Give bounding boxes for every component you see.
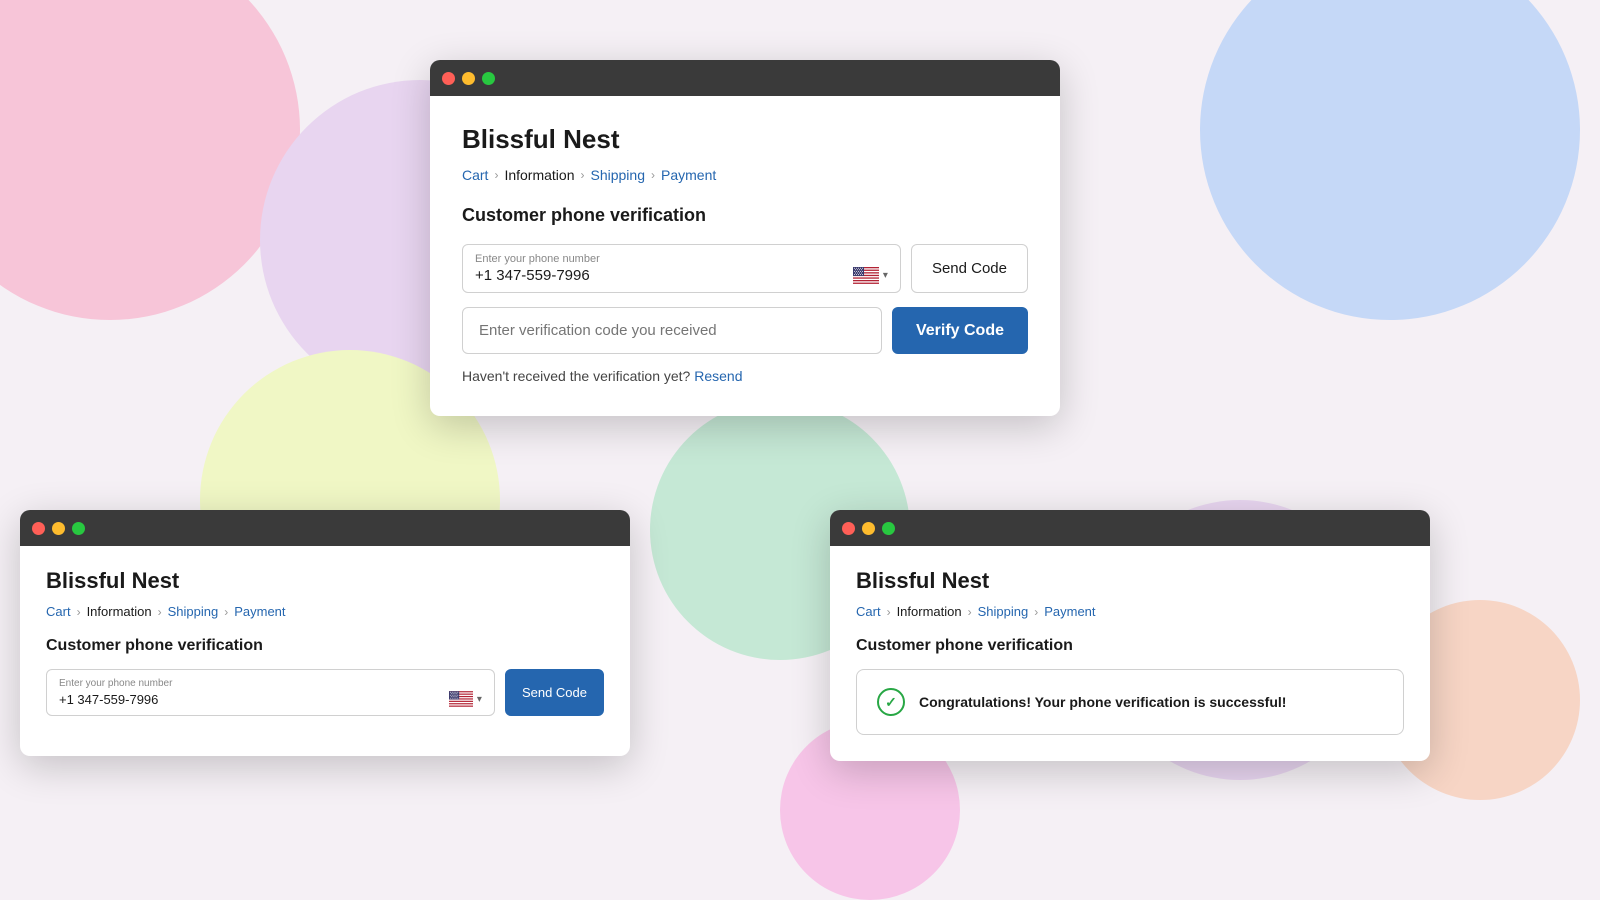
app-title-bl: Blissful Nest [46,568,604,594]
send-code-button-main[interactable]: Send Code [911,244,1028,293]
us-flag-icon-bl [449,691,473,707]
send-code-button-bl[interactable]: Send Code [505,669,604,716]
breadcrumb-shipping-main[interactable]: Shipping [591,167,646,183]
phone-number-bl: +1 347-559-7996 [59,692,158,707]
app-title-main: Blissful Nest [462,124,1028,155]
success-icon-circle: ✓ [877,688,905,716]
minimize-button-br[interactable] [862,522,875,535]
close-button-br[interactable] [842,522,855,535]
breadcrumb-sep3-bl: › [224,605,228,619]
window-body-bl: Blissful Nest Cart › Information › Shipp… [20,546,630,756]
close-button-main[interactable] [442,72,455,85]
titlebar-main [430,60,1060,96]
breadcrumb-information-main[interactable]: Information [504,167,574,183]
breadcrumb-sep2-bl: › [158,605,162,619]
flag-chevron-bl: ▾ [477,694,482,705]
close-button-bl[interactable] [32,522,45,535]
breadcrumb-cart-bl[interactable]: Cart [46,604,71,619]
bottom-right-window: Blissful Nest Cart › Information › Shipp… [830,510,1430,761]
phone-row-main: Enter your phone number +1 347-559-7996 [462,244,1028,293]
verify-code-input-main[interactable] [462,307,882,354]
success-box: ✓ Congratulations! Your phone verificati… [856,669,1404,735]
phone-label-main: Enter your phone number [475,253,888,265]
minimize-button-main[interactable] [462,72,475,85]
checkmark-icon: ✓ [885,694,897,711]
phone-number-main: +1 347-559-7996 [475,267,590,284]
flag-chevron-main: ▾ [883,270,888,281]
window-body-main: Blissful Nest Cart › Information › Shipp… [430,96,1060,416]
breadcrumb-sep3-main: › [651,168,655,182]
breadcrumb-sep2-main: › [581,168,585,182]
breadcrumb-sep1-br: › [887,605,891,619]
titlebar-bottom-right [830,510,1430,546]
breadcrumb-payment-br[interactable]: Payment [1044,604,1095,619]
bg-circle-pink [0,0,300,320]
phone-input-inner-main: +1 347-559-7996 [475,267,888,284]
section-title-main: Customer phone verification [462,205,1028,226]
resend-link-main[interactable]: Resend [694,368,742,384]
breadcrumb-shipping-bl[interactable]: Shipping [168,604,219,619]
app-title-br: Blissful Nest [856,568,1404,594]
verify-row-main: Verify Code [462,307,1028,354]
breadcrumb-bl: Cart › Information › Shipping › Payment [46,604,604,619]
verify-code-button-main[interactable]: Verify Code [892,307,1028,354]
bottom-left-window: Blissful Nest Cart › Information › Shipp… [20,510,630,756]
flag-dropdown-bl[interactable]: ▾ [449,691,482,707]
bg-circle-blue [1200,0,1580,320]
breadcrumb-main: Cart › Information › Shipping › Payment [462,167,1028,183]
success-message: Congratulations! Your phone verification… [919,694,1286,710]
phone-row-bl: Enter your phone number +1 347-559-7996 [46,669,604,716]
breadcrumb-cart-br[interactable]: Cart [856,604,881,619]
resend-row-main: Haven't received the verification yet? R… [462,368,1028,384]
phone-input-wrapper-main[interactable]: Enter your phone number +1 347-559-7996 [462,244,901,293]
breadcrumb-information-br[interactable]: Information [897,604,962,619]
main-window: Blissful Nest Cart › Information › Shipp… [430,60,1060,416]
maximize-button-main[interactable] [482,72,495,85]
phone-input-wrapper-bl[interactable]: Enter your phone number +1 347-559-7996 [46,669,495,716]
maximize-button-br[interactable] [882,522,895,535]
section-title-br: Customer phone verification [856,637,1404,655]
us-flag-icon-main [853,267,879,284]
breadcrumb-br: Cart › Information › Shipping › Payment [856,604,1404,619]
phone-label-bl: Enter your phone number [59,678,482,689]
phone-input-inner-bl: +1 347-559-7996 [59,691,482,707]
titlebar-bottom-left [20,510,630,546]
breadcrumb-sep1-bl: › [77,605,81,619]
flag-dropdown-main[interactable]: ▾ [853,267,888,284]
window-body-br: Blissful Nest Cart › Information › Shipp… [830,546,1430,761]
breadcrumb-sep1-main: › [494,168,498,182]
section-title-bl: Customer phone verification [46,637,604,655]
maximize-button-bl[interactable] [72,522,85,535]
minimize-button-bl[interactable] [52,522,65,535]
resend-text-main: Haven't received the verification yet? [462,368,690,384]
breadcrumb-cart-main[interactable]: Cart [462,167,488,183]
breadcrumb-payment-bl[interactable]: Payment [234,604,285,619]
breadcrumb-shipping-br[interactable]: Shipping [978,604,1029,619]
breadcrumb-information-bl[interactable]: Information [87,604,152,619]
breadcrumb-payment-main[interactable]: Payment [661,167,716,183]
breadcrumb-sep3-br: › [1034,605,1038,619]
breadcrumb-sep2-br: › [968,605,972,619]
